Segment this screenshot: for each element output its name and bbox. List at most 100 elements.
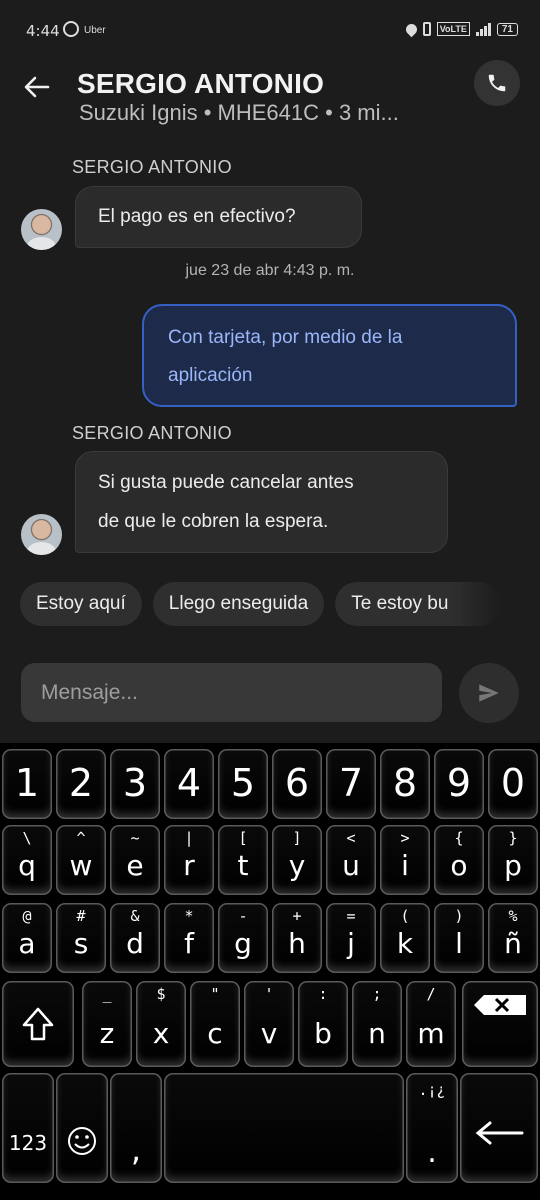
- key-secondary-label: /: [426, 985, 436, 1003]
- back-arrow-icon[interactable]: [22, 72, 52, 102]
- message-text-line: Con tarjeta, por medio de la: [168, 327, 403, 348]
- key-d[interactable]: & d: [110, 903, 160, 973]
- key-4[interactable]: 4: [164, 749, 214, 819]
- comma-key[interactable]: ,: [110, 1073, 162, 1183]
- key-label: g: [234, 927, 252, 960]
- space-key[interactable]: [164, 1073, 404, 1183]
- key-w[interactable]: ^ w: [56, 825, 106, 895]
- key-label: 6: [284, 761, 310, 805]
- call-button[interactable]: [474, 60, 520, 106]
- key-c[interactable]: " c: [190, 981, 240, 1067]
- key-label: r: [183, 849, 195, 882]
- shift-key[interactable]: [2, 981, 74, 1067]
- key-e[interactable]: ~ e: [110, 825, 160, 895]
- key-secondary-label: *: [184, 907, 194, 925]
- key-label: i: [401, 849, 409, 882]
- key-x[interactable]: $ x: [136, 981, 186, 1067]
- key-f[interactable]: * f: [164, 903, 214, 973]
- key-p[interactable]: } p: [488, 825, 538, 895]
- key-7[interactable]: 7: [326, 749, 376, 819]
- key-label: 1: [14, 761, 40, 805]
- key-secondary-label: [: [238, 829, 248, 847]
- message-sender: SERGIO ANTONIO: [72, 157, 232, 177]
- message-input[interactable]: Mensaje...: [21, 663, 442, 722]
- send-button[interactable]: [459, 663, 519, 723]
- key-a[interactable]: @ a: [2, 903, 52, 973]
- key-s[interactable]: # s: [56, 903, 106, 973]
- key-h[interactable]: + h: [272, 903, 322, 973]
- emoji-key[interactable]: [56, 1073, 108, 1183]
- shift-icon: [22, 1007, 54, 1041]
- key-6[interactable]: 6: [272, 749, 322, 819]
- key-label: q: [18, 849, 36, 882]
- quick-replies: Estoy aquí Llego enseguida Te estoy bu: [20, 582, 503, 626]
- key-m[interactable]: / m: [406, 981, 456, 1067]
- volte-badge: VoLTE: [436, 22, 470, 36]
- key-label: j: [347, 927, 355, 960]
- key-label: 5: [230, 761, 256, 805]
- key-secondary-label: -: [238, 907, 248, 925]
- message-text-line: de que le cobren la espera.: [98, 511, 329, 532]
- key-label: 3: [122, 761, 148, 805]
- key-secondary-label: ^: [76, 829, 86, 847]
- key-ñ[interactable]: % ñ: [488, 903, 538, 973]
- key-n[interactable]: ; n: [352, 981, 402, 1067]
- key-label: ,: [130, 1131, 142, 1169]
- quick-reply-chip[interactable]: Estoy aquí: [20, 582, 142, 626]
- message-text-line: aplicación: [168, 365, 253, 386]
- backspace-icon: [474, 995, 526, 1015]
- phone-icon: [488, 74, 506, 92]
- key-3[interactable]: 3: [110, 749, 160, 819]
- quick-reply-chip[interactable]: Llego enseguida: [152, 582, 325, 626]
- key-label: y: [288, 849, 306, 882]
- key-2[interactable]: 2: [56, 749, 106, 819]
- key-k[interactable]: (k: [380, 903, 430, 973]
- key-q[interactable]: \ q: [2, 825, 52, 895]
- key-b[interactable]: :b: [298, 981, 348, 1067]
- key-secondary-label: $: [156, 985, 166, 1003]
- key-5[interactable]: 5: [218, 749, 268, 819]
- avatar: [21, 209, 62, 250]
- key-r[interactable]: | r: [164, 825, 214, 895]
- vehicle-info: Suzuki Ignis • MHE641C • 3 mi...: [79, 100, 399, 125]
- key-u[interactable]: < u: [326, 825, 376, 895]
- key-v[interactable]: ' v: [244, 981, 294, 1067]
- key-label: 123: [8, 1131, 48, 1155]
- vibrate-icon: [422, 22, 431, 36]
- key-g[interactable]: -g: [218, 903, 268, 973]
- key-9[interactable]: 9: [434, 749, 484, 819]
- backspace-key[interactable]: [462, 981, 538, 1067]
- key-label: k: [396, 927, 414, 960]
- key-t[interactable]: [t: [218, 825, 268, 895]
- status-time: 4:44: [26, 22, 60, 40]
- key-j[interactable]: = j: [326, 903, 376, 973]
- key-label: l: [455, 927, 463, 960]
- key-secondary-label: ): [454, 907, 464, 925]
- key-y[interactable]: ] y: [272, 825, 322, 895]
- key-secondary-label: :: [318, 985, 328, 1003]
- message-text-line: Si gusta puede cancelar antes: [98, 472, 354, 493]
- message-sender: SERGIO ANTONIO: [72, 423, 232, 443]
- key-secondary-label: %: [508, 907, 518, 925]
- key-0[interactable]: 0: [488, 749, 538, 819]
- quick-reply-chip[interactable]: Te estoy bu: [335, 582, 503, 626]
- enter-key[interactable]: [460, 1073, 538, 1183]
- key-label: h: [288, 927, 306, 960]
- key-1[interactable]: 1: [2, 749, 52, 819]
- key-secondary-label: >: [400, 829, 410, 847]
- enter-icon: [475, 1121, 524, 1145]
- key-l[interactable]: ) l: [434, 903, 484, 973]
- key-label: t: [237, 849, 249, 882]
- key-secondary-label: ": [210, 985, 220, 1003]
- chat-header: SERGIO ANTONIO Suzuki Ignis • MHE641C • …: [0, 60, 540, 142]
- key-secondary-label: {: [454, 829, 464, 847]
- key-z[interactable]: _ z: [82, 981, 132, 1067]
- key-8[interactable]: 8: [380, 749, 430, 819]
- symbols-key[interactable]: 123: [2, 1073, 54, 1183]
- key-label: c: [207, 1017, 223, 1050]
- period-key[interactable]: .¡¿.: [406, 1073, 458, 1183]
- key-i[interactable]: > i: [380, 825, 430, 895]
- key-label: ñ: [504, 927, 522, 960]
- key-o[interactable]: {o: [434, 825, 484, 895]
- status-bar: 4:44 Uber VoLTE 71: [0, 0, 540, 62]
